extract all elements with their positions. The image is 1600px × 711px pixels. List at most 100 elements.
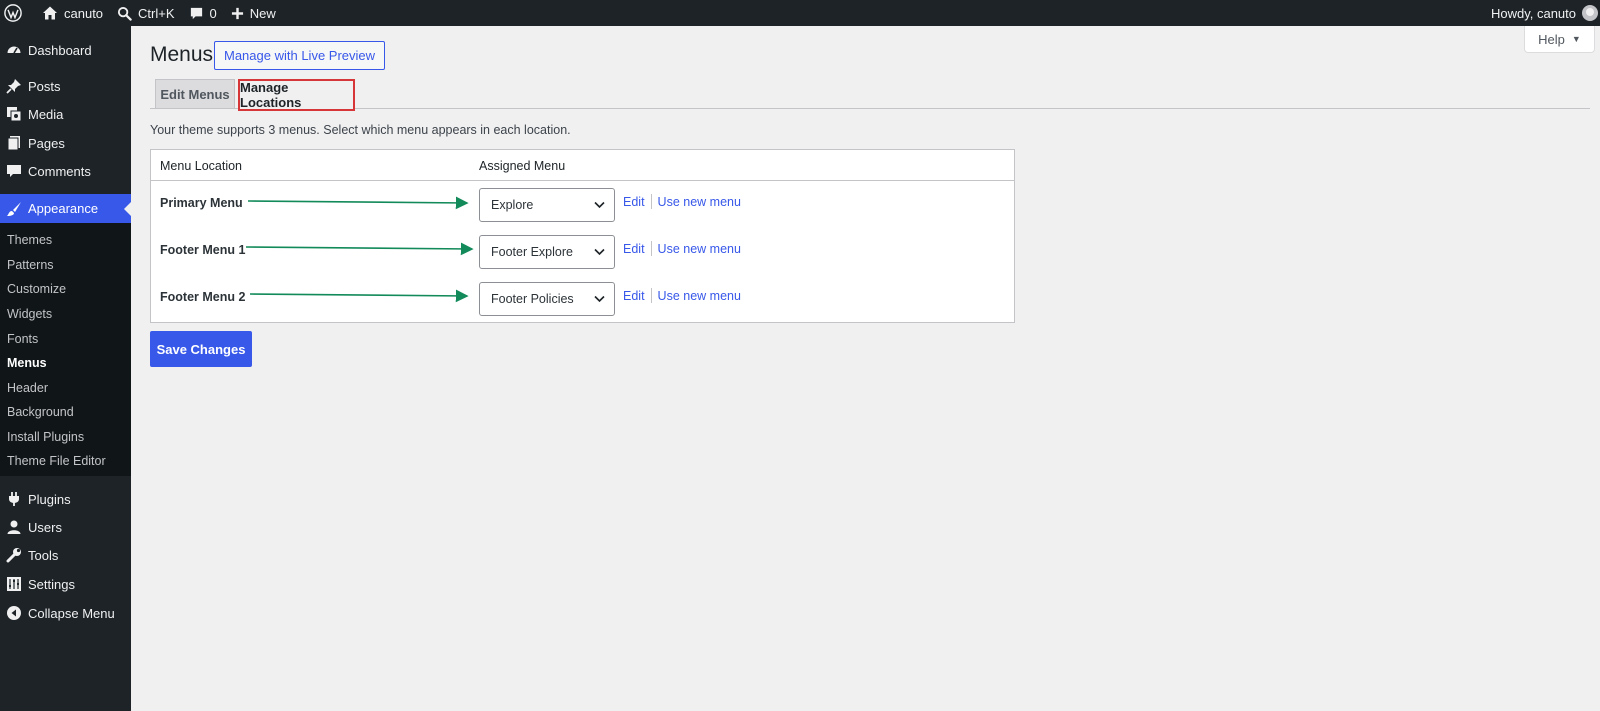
submenu-item-widgets[interactable]: Widgets [7, 307, 52, 321]
edit-menu-link[interactable]: Edit [623, 242, 645, 256]
settings-icon [5, 575, 23, 593]
sidebar-item-label: Tools [28, 547, 59, 563]
command-search-button[interactable]: Ctrl+K [110, 0, 181, 26]
save-changes-button[interactable]: Save Changes [150, 331, 252, 367]
manage-with-live-preview-button[interactable]: Manage with Live Preview [214, 41, 386, 70]
submenu-item-customize[interactable]: Customize [7, 282, 66, 296]
row-actions: Edit Use new menu [623, 194, 741, 209]
locations-intro-text: Your theme supports 3 menus. Select whic… [150, 123, 571, 137]
submenu-item-theme-file-editor[interactable]: Theme File Editor [7, 454, 106, 468]
avatar [1582, 5, 1598, 21]
site-name-link[interactable]: canuto [35, 0, 110, 26]
sidebar-item-users[interactable]: Users [0, 513, 131, 541]
location-label-footer-menu-2: Footer Menu 2 [160, 290, 246, 304]
menu-locations-table: Menu Location Assigned Menu Primary Menu… [150, 149, 1015, 323]
edit-menu-link[interactable]: Edit [623, 195, 645, 209]
tab-manage-locations[interactable]: Manage Locations [238, 79, 355, 111]
sidebar-item-label: Settings [28, 576, 75, 592]
new-label: New [249, 5, 276, 21]
sidebar-item-media[interactable]: Media [0, 100, 131, 128]
submenu-item-install-plugins[interactable]: Install Plugins [7, 430, 84, 444]
appearance-submenu: Themes Patterns Customize Widgets Fonts … [0, 223, 131, 476]
separator [650, 288, 652, 303]
separator [650, 241, 652, 256]
selected-menu-value: Footer Policies [491, 292, 574, 306]
sidebar-item-dashboard[interactable]: Dashboard [0, 36, 131, 64]
site-name: canuto [64, 5, 104, 21]
column-header-assigned-menu: Assigned Menu [479, 159, 566, 173]
comment-icon [5, 162, 23, 180]
sidebar-item-label: Pages [28, 135, 65, 151]
submenu-item-fonts[interactable]: Fonts [7, 332, 38, 346]
sidebar-item-plugins[interactable]: Plugins [0, 485, 131, 513]
use-new-menu-link[interactable]: Use new menu [658, 242, 741, 256]
user-icon [5, 518, 23, 536]
column-header-menu-location: Menu Location [160, 159, 243, 173]
row-actions: Edit Use new menu [623, 241, 741, 256]
comments-link[interactable]: 0 [182, 0, 224, 26]
page-title: Menus [150, 43, 214, 66]
tabs-divider [150, 108, 1590, 109]
footer-menu-1-select[interactable]: Footer Explore [479, 235, 615, 269]
wordpress-logo-icon [4, 4, 22, 22]
sidebar-item-comments[interactable]: Comments [0, 157, 131, 185]
pages-icon [5, 134, 23, 152]
help-label: Help [1538, 31, 1565, 47]
selected-menu-value: Footer Explore [491, 245, 573, 259]
comment-bubble-icon [190, 7, 202, 19]
account-menu[interactable]: Howdy, canuto [1484, 0, 1598, 26]
selected-menu-value: Explore [491, 198, 534, 212]
sidebar-item-appearance[interactable]: Appearance [0, 194, 131, 223]
media-icon [5, 105, 23, 123]
submenu-item-patterns[interactable]: Patterns [7, 258, 54, 272]
submenu-item-themes[interactable]: Themes [7, 233, 52, 247]
new-content-button[interactable]: New [224, 0, 283, 26]
plus-icon [231, 7, 243, 19]
sidebar-item-label: Comments [28, 163, 91, 179]
submenu-item-header[interactable]: Header [7, 381, 48, 395]
chevron-down-icon [594, 248, 605, 256]
separator [650, 194, 652, 209]
row-actions: Edit Use new menu [623, 288, 741, 303]
search-icon [117, 6, 132, 21]
wordpress-logo-button[interactable] [0, 0, 35, 26]
sidebar-item-label: Dashboard [28, 42, 92, 58]
collapse-icon [5, 604, 23, 622]
help-tab-button[interactable]: Help ▼ [1524, 26, 1595, 53]
pin-icon [5, 77, 23, 95]
admin-bar: canuto Ctrl+K 0 New Howdy, canuto [0, 0, 1600, 26]
howdy-text: Howdy, canuto [1490, 5, 1576, 21]
tab-edit-menus[interactable]: Edit Menus [155, 79, 235, 109]
chevron-down-icon [594, 201, 605, 209]
comments-count: 0 [209, 5, 217, 21]
sidebar-item-posts[interactable]: Posts [0, 72, 131, 100]
sidebar-item-label: Media [28, 106, 64, 122]
plugin-icon [5, 490, 23, 508]
wrench-icon [5, 546, 23, 564]
sidebar-item-tools[interactable]: Tools [0, 541, 131, 569]
edit-menu-link[interactable]: Edit [623, 289, 645, 303]
table-header: Menu Location Assigned Menu [151, 150, 1014, 181]
admin-sidebar: Dashboard Posts Media Pages Comments App… [0, 26, 131, 711]
chevron-down-icon [594, 295, 605, 303]
sidebar-item-label: Plugins [28, 491, 71, 507]
use-new-menu-link[interactable]: Use new menu [658, 195, 741, 209]
submenu-item-menus[interactable]: Menus [7, 356, 47, 370]
use-new-menu-link[interactable]: Use new menu [658, 289, 741, 303]
sidebar-item-label: Appearance [28, 201, 99, 216]
sidebar-item-label: Users [28, 519, 62, 535]
sidebar-item-pages[interactable]: Pages [0, 129, 131, 157]
sidebar-item-settings[interactable]: Settings [0, 570, 131, 598]
caret-down-icon: ▼ [1571, 34, 1581, 44]
submenu-item-background[interactable]: Background [7, 405, 74, 419]
dashboard-icon [5, 41, 23, 59]
collapse-menu-button[interactable]: Collapse Menu [0, 599, 131, 627]
sidebar-item-label: Posts [28, 78, 61, 94]
sidebar-item-label: Collapse Menu [28, 605, 115, 621]
paintbrush-icon [5, 200, 23, 218]
location-label-footer-menu-1: Footer Menu 1 [160, 243, 246, 257]
primary-menu-select[interactable]: Explore [479, 188, 615, 222]
footer-menu-2-select[interactable]: Footer Policies [479, 282, 615, 316]
location-label-primary-menu: Primary Menu [160, 196, 243, 210]
home-icon [43, 6, 57, 20]
